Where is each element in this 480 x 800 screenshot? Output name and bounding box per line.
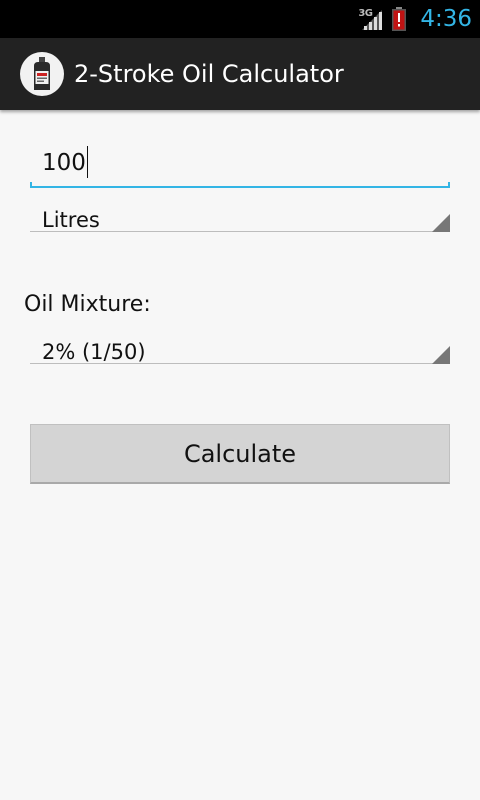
action-bar: 2-Stroke Oil Calculator xyxy=(0,38,480,110)
oil-bottle-icon[interactable] xyxy=(20,52,64,96)
unit-dropdown-value: Litres xyxy=(42,208,100,232)
status-bar: 3G 4:36 xyxy=(0,0,480,38)
signal-icon: 3G xyxy=(358,6,384,32)
status-icons: 3G 4:36 xyxy=(358,0,472,38)
dropdown-underline xyxy=(30,231,450,232)
text-caret xyxy=(87,146,88,178)
dropdown-underline xyxy=(30,363,450,364)
dropdown-arrow-icon xyxy=(432,346,450,364)
calculate-button[interactable]: Calculate xyxy=(30,424,450,484)
input-underline-right xyxy=(448,182,450,188)
oil-mixture-dropdown[interactable]: 2% (1/50) xyxy=(30,332,450,376)
oil-mixture-dropdown-value: 2% (1/50) xyxy=(42,340,146,364)
unit-dropdown[interactable]: Litres xyxy=(30,200,450,244)
input-underline xyxy=(30,186,450,188)
app-title: 2-Stroke Oil Calculator xyxy=(74,60,344,88)
clock: 4:36 xyxy=(420,6,472,32)
oil-mixture-label: Oil Mixture: xyxy=(24,292,151,317)
main-content: 100 Litres Oil Mixture: 2% (1/50) Calcul… xyxy=(0,110,480,800)
amount-input-value[interactable]: 100 xyxy=(42,148,86,178)
amount-input[interactable]: 100 xyxy=(30,140,450,190)
battery-alert-icon xyxy=(392,7,407,31)
dropdown-arrow-icon xyxy=(432,214,450,232)
